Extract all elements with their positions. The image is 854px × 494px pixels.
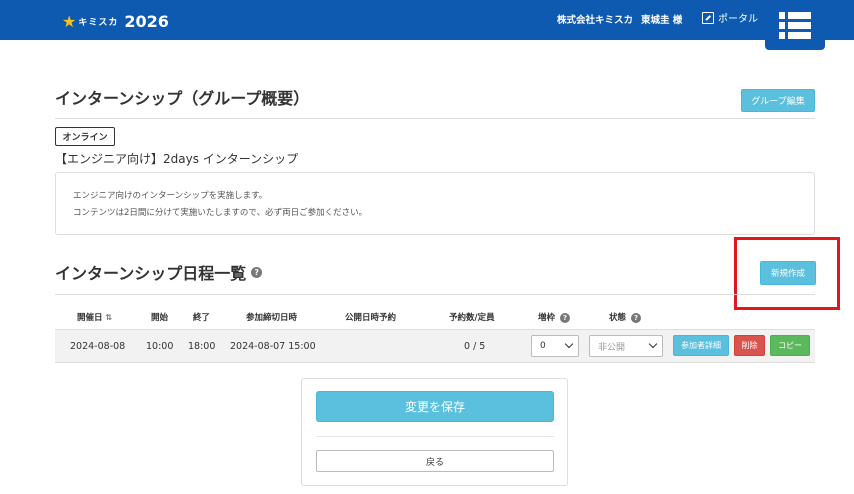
description-box: エンジニア向けのインターンシップを実施します。 コンテンツは2日間に分けて実施い… (55, 172, 815, 235)
cell-start: 10:00 (146, 341, 174, 352)
participant-detail-button[interactable]: 参加者詳細 (673, 335, 729, 356)
description-line: コンテンツは2日間に分けて実施いたしますので、必ず両日ご参加ください。 (73, 208, 368, 218)
external-link-icon (702, 11, 714, 24)
schedule-title-text: インターンシップ日程一覧 (55, 264, 247, 283)
copy-button[interactable]: コピー (770, 335, 810, 356)
divider (55, 118, 815, 119)
menu-icon (779, 11, 811, 19)
col-end: 終了 (193, 313, 211, 323)
divider (55, 294, 815, 295)
col-capacity: 予約数/定員 (449, 313, 495, 323)
col-start: 開始 (151, 313, 169, 323)
site-logo[interactable]: ★ キミスカ 2026 (62, 12, 169, 31)
user-name: 東城圭 様 (641, 15, 683, 26)
save-button[interactable]: 変更を保存 (316, 391, 554, 422)
col-public-reservation: 公開日時予約 (345, 313, 397, 323)
status-select[interactable]: 非公開 (589, 335, 663, 357)
delete-button[interactable]: 削除 (734, 335, 765, 356)
logo-year: 2026 (124, 12, 169, 31)
cell-date: 2024-08-08 (70, 341, 126, 352)
schedule-title: インターンシップ日程一覧 ? (55, 260, 263, 284)
star-icon: ★ (62, 11, 77, 31)
description-line: エンジニア向けのインターンシップを実施します。 (73, 191, 268, 201)
col-status: 状態? (609, 311, 642, 323)
menu-button[interactable] (765, 0, 825, 50)
portal-link[interactable]: ポータル (702, 10, 758, 25)
logo-brand: キミスカ (78, 18, 119, 28)
online-badge: オンライン (55, 127, 115, 146)
cell-capacity: 0 / 5 (464, 341, 486, 352)
help-icon[interactable]: ? (560, 312, 571, 323)
col-date[interactable]: 開催日 ⇅ (77, 311, 112, 323)
help-icon[interactable]: ? (631, 312, 642, 323)
divider (316, 436, 554, 437)
chevron-down-icon (564, 339, 574, 349)
col-increase: 増枠? (538, 311, 571, 323)
back-button[interactable]: 戻る (316, 450, 554, 472)
cell-end: 18:00 (188, 341, 216, 352)
cell-deadline: 2024-08-07 15:00 (230, 341, 316, 352)
chevron-down-icon (648, 339, 658, 349)
portal-label: ポータル (718, 14, 758, 25)
page-title: インターンシップ（グループ概要） (55, 89, 310, 108)
col-deadline: 参加締切日時 (246, 313, 298, 323)
increase-select[interactable]: 0 (531, 335, 579, 357)
help-icon[interactable]: ? (251, 266, 263, 278)
highlight-box (734, 237, 840, 310)
company-name: 株式会社キミスカ (557, 15, 634, 26)
group-edit-button[interactable]: グループ編集 (741, 89, 815, 112)
group-name: 【エンジニア向け】2days インターンシップ (55, 152, 299, 166)
sort-icon: ⇅ (105, 313, 113, 322)
